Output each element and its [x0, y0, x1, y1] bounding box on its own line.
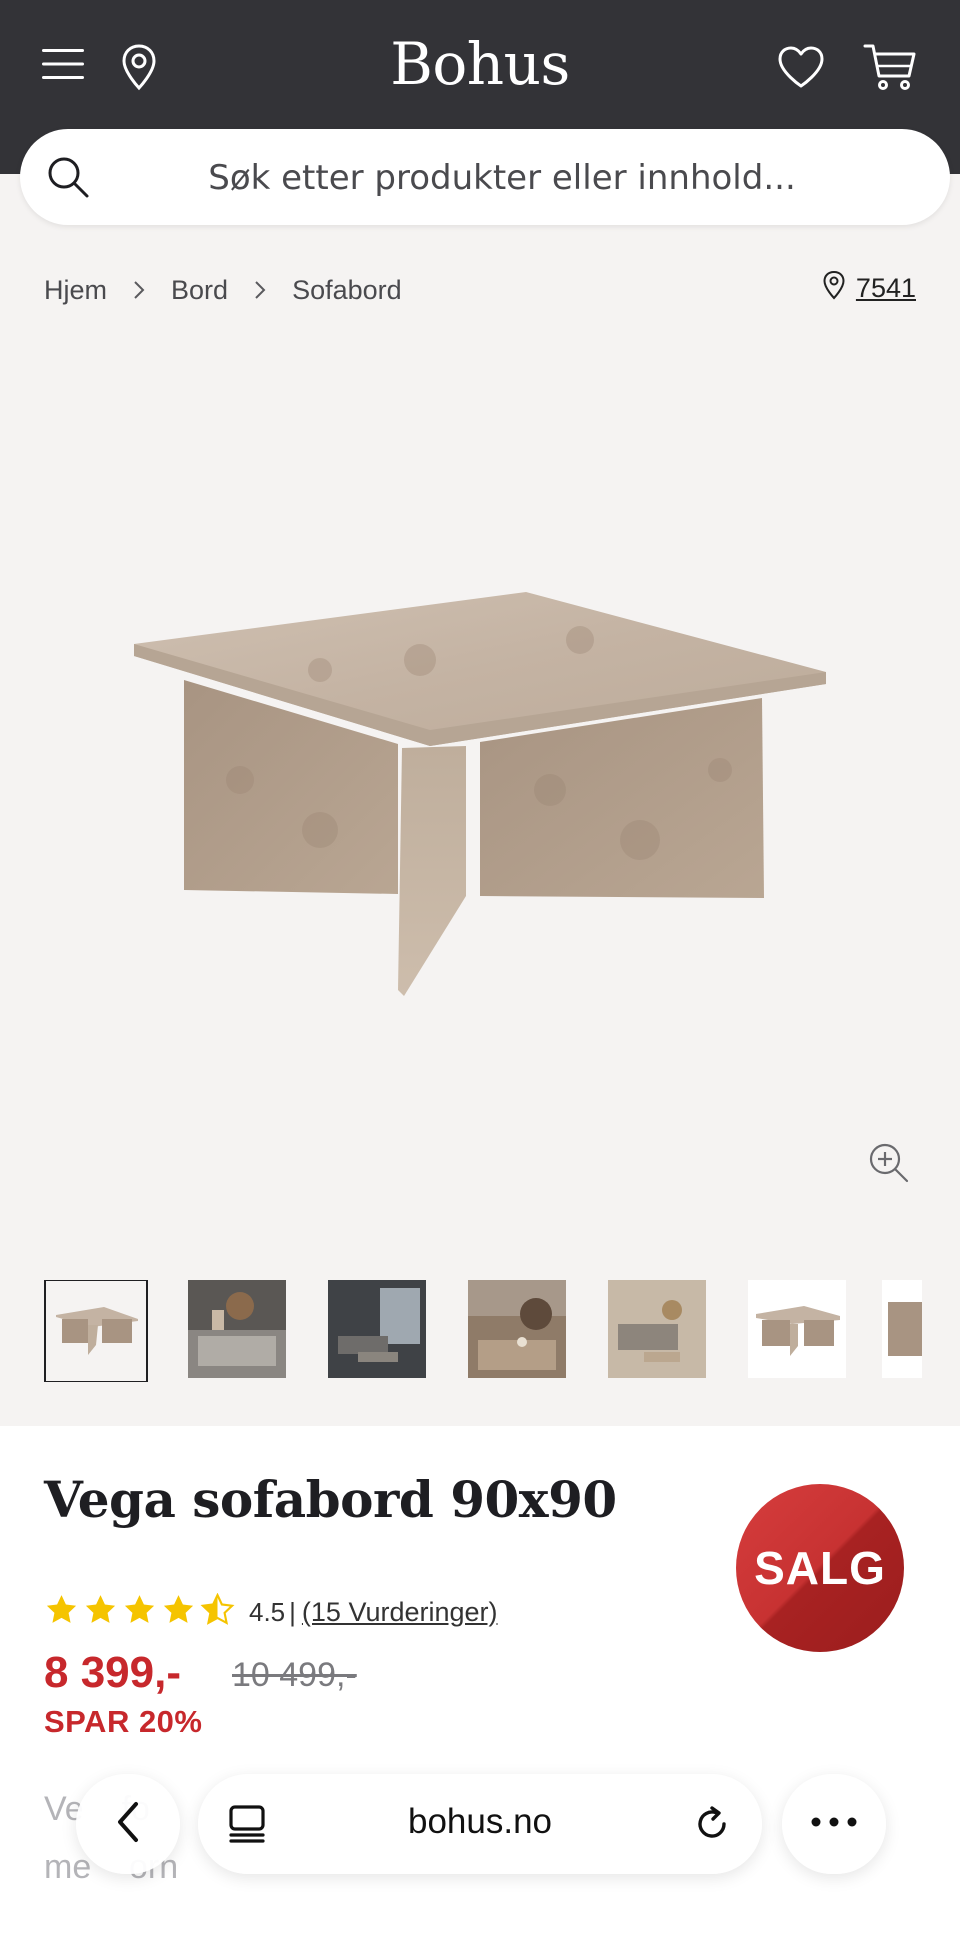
discount-label: SPAR 20% — [44, 1704, 203, 1739]
store-selector[interactable]: 7541 — [822, 270, 916, 307]
product-main-image[interactable] — [120, 580, 840, 1015]
thumbnail-4[interactable] — [468, 1280, 566, 1378]
thumbnail-1[interactable] — [44, 1280, 148, 1382]
sale-badge: SALG — [736, 1484, 904, 1652]
search-input[interactable] — [130, 151, 874, 205]
thumbnail-strip — [44, 1280, 922, 1382]
breadcrumb: Hjem Bord Sofabord — [44, 272, 402, 308]
star-full-icon — [122, 1593, 157, 1632]
product-title: Vega sofabord 90x90 — [44, 1470, 617, 1529]
search-icon — [46, 155, 90, 204]
star-half-icon — [200, 1592, 235, 1632]
thumbnail-7[interactable] — [882, 1280, 922, 1378]
chevron-right-icon — [133, 280, 145, 300]
product-rating: 4.5 | (15 Vurderinger) — [44, 1592, 498, 1632]
search-bar[interactable] — [20, 129, 950, 225]
cart-icon[interactable] — [862, 42, 918, 92]
zoom-in-icon[interactable] — [868, 1142, 910, 1189]
breadcrumb-home[interactable]: Hjem — [44, 275, 107, 306]
more-dots-icon — [810, 1815, 858, 1833]
star-full-icon — [161, 1593, 196, 1632]
browser-address-bar[interactable]: bohus.no — [198, 1774, 762, 1874]
location-pin-icon — [822, 270, 846, 307]
thumbnail-2[interactable] — [188, 1280, 286, 1378]
browser-more-button[interactable] — [782, 1774, 886, 1874]
rating-value: 4.5 — [249, 1596, 286, 1627]
thumbnail-6[interactable] — [748, 1280, 846, 1378]
breadcrumb-sofabord[interactable]: Sofabord — [292, 275, 402, 306]
thumbnail-5[interactable] — [608, 1280, 706, 1378]
thumbnail-3[interactable] — [328, 1280, 426, 1378]
star-full-icon — [83, 1593, 118, 1632]
reload-icon[interactable] — [692, 1804, 732, 1849]
rating-separator: | — [289, 1596, 296, 1627]
rating-stars — [44, 1592, 235, 1632]
breadcrumb-bord[interactable]: Bord — [171, 275, 228, 306]
reviews-link[interactable]: (15 Vurderinger) — [302, 1597, 498, 1628]
url-text[interactable]: bohus.no — [198, 1802, 762, 1842]
heart-icon[interactable] — [776, 44, 826, 90]
browser-back-button[interactable] — [76, 1774, 180, 1874]
store-code[interactable]: 7541 — [856, 273, 916, 304]
star-full-icon — [44, 1593, 79, 1632]
current-price: 8 399,- — [44, 1648, 181, 1697]
original-price: 10 499,- — [232, 1656, 357, 1694]
chevron-left-icon — [114, 1800, 142, 1849]
chevron-right-icon — [254, 280, 266, 300]
